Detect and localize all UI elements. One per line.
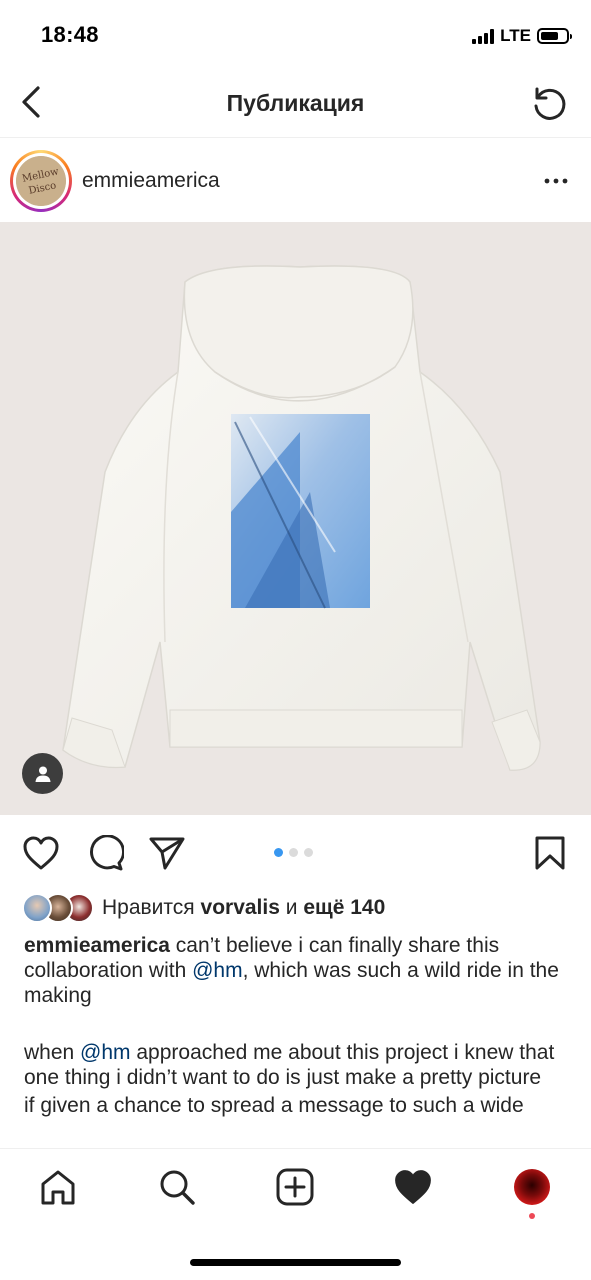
caption-paragraph: if given a chance to spread a message to… — [24, 1094, 524, 1117]
liker-username[interactable]: vorvalis — [201, 896, 280, 919]
back-chevron-icon — [22, 86, 40, 118]
likes-count[interactable]: ещё 140 — [303, 896, 385, 919]
page-title: Публикация — [226, 90, 365, 116]
user-tag-icon — [35, 766, 50, 782]
nav-header: Публикация — [0, 70, 591, 138]
liker-avatar — [22, 893, 52, 923]
back-button[interactable] — [14, 82, 50, 122]
activity-heart-icon — [395, 1170, 431, 1204]
liker-avatars — [22, 893, 94, 923]
battery-icon — [537, 28, 572, 44]
bookmark-icon — [535, 836, 565, 870]
likes-summary[interactable]: Нравится vorvalis и ещё 140 — [22, 891, 385, 925]
carousel-dot — [304, 848, 313, 857]
status-bar: 18:48 LTE — [0, 0, 591, 70]
signal-icon — [472, 28, 495, 44]
carousel-dot — [289, 848, 298, 857]
caption-paragraph: when @hm approached me about this projec… — [24, 1041, 555, 1089]
tab-activity[interactable] — [391, 1165, 435, 1209]
comment-icon — [90, 834, 125, 871]
post-header: Mellow Disco emmieamerica — [0, 140, 591, 222]
home-indicator[interactable] — [190, 1259, 401, 1266]
share-button[interactable] — [148, 835, 186, 876]
tab-new-post[interactable] — [273, 1165, 317, 1209]
more-options-button[interactable] — [543, 170, 569, 192]
refresh-button[interactable] — [529, 84, 569, 124]
likes-text: Нравится vorvalis и ещё 140 — [102, 896, 386, 919]
search-icon — [160, 1170, 195, 1205]
status-indicators: LTE — [472, 26, 572, 46]
post-media[interactable] — [0, 222, 591, 815]
heart-icon — [23, 836, 59, 870]
hoodie-image — [62, 265, 541, 771]
post-actions — [0, 815, 591, 891]
save-button[interactable] — [534, 835, 566, 876]
caption-username[interactable]: emmieamerica — [24, 934, 170, 957]
new-post-icon — [276, 1168, 314, 1206]
mellow-disco-logo: Mellow Disco — [16, 156, 66, 206]
tagged-users-button[interactable] — [22, 753, 63, 794]
mention-link[interactable]: @hm — [80, 1041, 131, 1064]
like-button[interactable] — [22, 835, 60, 876]
caption-paragraph: emmieamerica can’t believe i can finally… — [24, 934, 559, 1007]
home-icon — [41, 1170, 75, 1205]
share-icon — [149, 837, 185, 870]
post-caption: emmieamerica can’t believe i can finally… — [24, 933, 574, 1118]
carousel-dot — [274, 848, 283, 857]
tab-profile[interactable] — [510, 1165, 554, 1209]
network-type: LTE — [500, 26, 531, 45]
status-time: 18:48 — [41, 22, 99, 47]
refresh-icon — [534, 87, 566, 120]
post-username[interactable]: emmieamerica — [82, 169, 220, 193]
profile-avatar — [514, 1169, 550, 1205]
tab-home[interactable] — [36, 1165, 80, 1209]
author-avatar[interactable]: Mellow Disco — [10, 150, 72, 212]
notification-dot — [529, 1213, 535, 1219]
carousel-indicator — [274, 848, 313, 857]
comment-button[interactable] — [86, 834, 125, 876]
more-icon — [544, 178, 568, 184]
mention-link[interactable]: @hm — [192, 959, 243, 982]
tab-search[interactable] — [155, 1165, 199, 1209]
avatar-logo: Mellow Disco — [16, 156, 66, 206]
